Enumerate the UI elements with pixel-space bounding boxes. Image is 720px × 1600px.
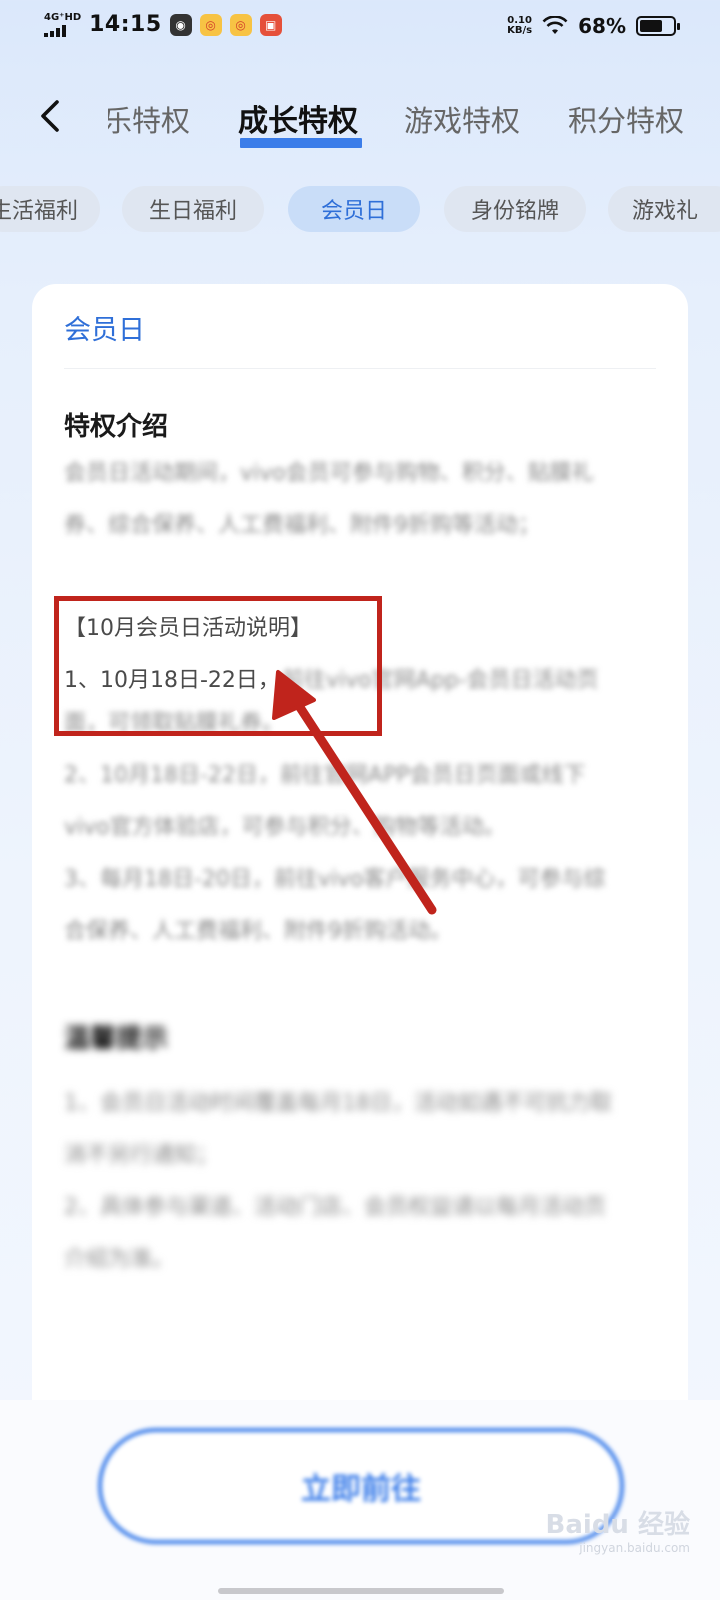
- intro-heading: 特权介绍: [64, 412, 169, 442]
- intro-text: 会员日活动期间，vivo会员可参与购物、积分、贴膜礼 券、综合保养、人工费福利、…: [64, 461, 594, 538]
- privilege-tabs: 乐特权 成长特权 游戏特权 积分特权: [0, 86, 720, 156]
- chip-game-gift[interactable]: 游戏礼: [608, 186, 720, 232]
- network-speed: 0.10 KB/s: [507, 15, 533, 36]
- watermark-url: jingyan.baidu.com: [579, 1541, 690, 1555]
- cellular-signal-icon: 4G⁺HD: [44, 11, 82, 37]
- notification-app-icon: ▣: [259, 13, 282, 36]
- tab-points-privilege[interactable]: 积分特权: [568, 98, 684, 140]
- baidu-logo: Baidu 经验: [545, 1510, 690, 1540]
- category-chips: 生活福利 生日福利 会员日 身份铭牌 游戏礼: [0, 186, 720, 236]
- wifi-icon: [542, 16, 568, 34]
- notice-details: 面，可领取贴膜礼券。 2、10月18日-22日，前往官网APP会员日页面或线下 …: [64, 711, 606, 944]
- battery-icon: [636, 16, 680, 36]
- tips-text: 1、会员日活动时间覆盖每月18日，活动如遇不可抗力取 消不另行通知； 2、具体参…: [64, 1091, 612, 1272]
- weibo-icon: ◎: [199, 13, 222, 36]
- status-bar-left: 4G⁺HD 14:15 ◉ ◎ ◎ ▣: [44, 12, 282, 37]
- status-bar: 4G⁺HD 14:15 ◉ ◎ ◎ ▣ 0.10 KB/s 68%: [0, 0, 720, 56]
- home-indicator[interactable]: [218, 1588, 504, 1594]
- clock: 14:15: [89, 12, 162, 37]
- battery-percentage: 68%: [578, 14, 626, 38]
- robot-app-icon: ◉: [169, 13, 192, 36]
- chip-life-benefits[interactable]: 生活福利: [0, 186, 100, 232]
- back-button[interactable]: [30, 96, 70, 136]
- annotation-highlight-box: [54, 596, 382, 736]
- chip-identity-badge[interactable]: 身份铭牌: [444, 186, 586, 232]
- active-tab-indicator: [240, 138, 362, 148]
- network-type: 4G⁺HD: [44, 11, 82, 23]
- chip-member-day[interactable]: 会员日: [288, 186, 420, 232]
- privilege-card: 会员日 特权介绍 会员日活动期间，vivo会员可参与购物、积分、贴膜礼 券、综合…: [32, 284, 688, 1424]
- bottom-action-bar: 立即前往: [0, 1400, 720, 1600]
- card-title: 会员日: [64, 315, 145, 346]
- status-bar-right: 0.10 KB/s 68%: [507, 14, 680, 38]
- baidu-watermark: Baidu 经验 jingyan.baidu.com: [546, 1504, 690, 1555]
- tab-game-privilege[interactable]: 游戏特权: [404, 98, 520, 140]
- chevron-left-icon: [41, 100, 59, 132]
- chip-birthday-benefits[interactable]: 生日福利: [122, 186, 264, 232]
- tab-growth-privilege[interactable]: 成长特权: [238, 96, 358, 140]
- divider: [64, 368, 656, 369]
- tab-partial-privilege[interactable]: 乐特权: [108, 98, 190, 140]
- top-navigation: 乐特权 成长特权 游戏特权 积分特权: [0, 86, 720, 156]
- weibo-icon: ◎: [229, 13, 252, 36]
- tips-heading: 温馨提示: [64, 1024, 169, 1054]
